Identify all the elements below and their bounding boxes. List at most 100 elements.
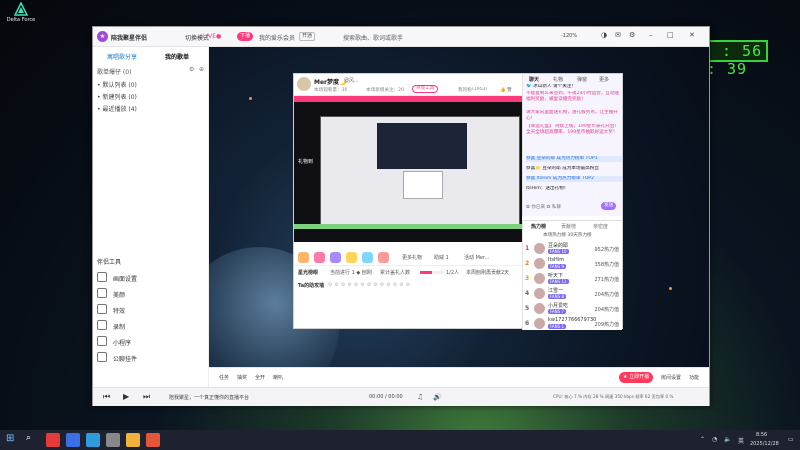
send-button[interactable]: 发送 [601, 202, 617, 210]
previous-icon[interactable]: ⏮ [103, 392, 114, 403]
dock-task[interactable]: 任务 [219, 374, 229, 381]
avatar[interactable] [297, 77, 311, 91]
song-list-default[interactable]: • 默认列表 (0) [97, 80, 201, 89]
room-name: Mer梦度🌙 [314, 79, 347, 86]
chat-message: 请大家向里面送礼物，送礼服务点，让主播开心！ [526, 110, 618, 121]
input-method[interactable]: 英 [738, 436, 744, 445]
volume-icon[interactable]: 🔊 [433, 393, 442, 401]
rank-row[interactable]: 1 豆朵的耶 FANS 10 952热力值 [525, 242, 621, 256]
tray-chevron-icon[interactable]: ⌃ [700, 436, 705, 443]
more-gifts-button[interactable]: 更多礼物 [402, 254, 422, 261]
maximize-icon[interactable]: □ [667, 31, 674, 39]
close-icon[interactable]: ✕ [689, 31, 695, 39]
tab-intimacy-rank[interactable]: 亲密度 [593, 223, 608, 230]
rank-row[interactable]: 4 江雪一 FANS 8 204热力值 [525, 287, 621, 301]
room-new-follow: 本场新增关注：20 [366, 88, 405, 93]
gift-icon[interactable] [298, 252, 309, 263]
mail-icon[interactable]: ✉ [615, 31, 621, 39]
zoom-level[interactable]: -120% [561, 33, 577, 39]
tab-gift[interactable]: 礼物 [553, 76, 563, 83]
fans-badge: FANS 11 [548, 279, 569, 284]
activity-button[interactable]: 活动 Mer... [464, 254, 489, 261]
delta-force-icon [13, 1, 29, 16]
notification-icon[interactable]: ▭ [788, 436, 794, 443]
member-open-button[interactable]: 开通 [299, 32, 316, 41]
settings-icon[interactable]: ⚙ [629, 31, 635, 39]
room-settings-button[interactable]: 房间设置 [661, 374, 681, 381]
gift-strip: 更多礼物 助威 1 活动 Mer... [294, 250, 522, 266]
dock-all[interactable]: 全开 [255, 374, 265, 381]
search-input[interactable]: 搜索歌曲、歌词或歌手 [343, 33, 463, 42]
settings-icon[interactable]: ⚙ [189, 66, 194, 73]
next-icon[interactable]: ⏭ [143, 392, 154, 403]
app-icon[interactable] [146, 433, 160, 447]
gift-icon[interactable] [346, 252, 357, 263]
tool-effects[interactable]: 特效 [97, 303, 205, 316]
desktop-icon-label: Delta Force [6, 17, 36, 23]
minimize-icon[interactable]: – [649, 31, 653, 39]
tab-my-songlist[interactable]: 我的歌单 [165, 52, 189, 61]
taskbar-time[interactable]: 8:56 [756, 432, 767, 438]
tab-chat[interactable]: 聊天 [529, 76, 539, 83]
gift-icon[interactable] [330, 252, 341, 263]
chat-input[interactable]: ✿ 你已来 ✿ 私聊 [526, 204, 561, 210]
start-live-button[interactable]: ★ 立即开播 [619, 372, 654, 383]
search-icon[interactable]: ⌕ [26, 433, 40, 447]
nested-dialog [403, 171, 443, 199]
fans-count: (1953) [472, 87, 488, 92]
tab-more[interactable]: 更多 [599, 76, 609, 83]
rank-row[interactable]: 2 ItsHim FANS 9 358热力值 [525, 257, 621, 271]
taskbar-date[interactable]: 2025/12/28 [750, 441, 779, 447]
gift-icon[interactable] [378, 252, 389, 263]
tool-widget[interactable]: 公聊挂件 [97, 351, 205, 364]
song-list-recent[interactable]: • 最近播放 (4) [97, 104, 201, 113]
wifi-icon[interactable]: ◔ [712, 436, 717, 443]
function-button[interactable]: 功能 [689, 374, 699, 381]
app-icon[interactable] [46, 433, 60, 447]
lyrics-icon[interactable]: ♫ [417, 393, 423, 401]
tool-screen-settings[interactable]: 画面设置 [97, 271, 205, 284]
chat-panel: 聊天 礼物 弹窗 更多 🐦 冰山新人 请个关注！ 不能复制么来签到，午夜24小时… [522, 74, 622, 216]
stream-preview[interactable]: 礼物到 [294, 96, 522, 242]
tool-label: 美颜 [113, 292, 126, 299]
tab-contrib-rank[interactable]: 贡献榜 [561, 223, 576, 230]
rank-row[interactable]: 6 kw1727766679730 FANS 1 209热力值 [525, 317, 621, 331]
dock-speaker[interactable]: 喇叭 [273, 374, 283, 381]
wall-avatars[interactable]: ⚙⚙⚙⚙⚙⚙⚙⚙⚙⚙⚙⚙⚙ [328, 282, 412, 288]
volume-icon[interactable]: 🔈 [724, 436, 731, 443]
tool-label: 画面设置 [113, 276, 138, 283]
game-icon[interactable] [126, 433, 140, 447]
beauty-icon [97, 288, 107, 298]
delta-force-desktop-icon[interactable]: Delta Force [4, 1, 38, 23]
chat-tabs: 聊天 礼物 弹窗 更多 [523, 74, 623, 83]
k-app-icon[interactable] [86, 433, 100, 447]
member-link[interactable]: 我的爱乐会员 [259, 33, 295, 42]
add-icon[interactable]: ⊕ [199, 66, 204, 73]
tab-recommend[interactable]: 寓唱歌分享 [107, 52, 137, 61]
like-button[interactable]: 👍 赞 [500, 87, 512, 93]
camera-icon[interactable] [106, 433, 120, 447]
tool-mini-app[interactable]: 小程序 [97, 335, 205, 348]
tool-beauty[interactable]: 美颜 [97, 287, 205, 300]
play-icon[interactable]: ▶ [123, 392, 134, 403]
rank-row[interactable]: 3 听天下 FANS 11 271热力值 [525, 272, 621, 286]
gift-icon[interactable] [314, 252, 325, 263]
rank-number: 1 [525, 245, 530, 252]
rank-row[interactable]: 5 小月爱吃 FANS 7 204热力值 [525, 302, 621, 316]
end-live-tag[interactable]: 下播 [237, 32, 254, 41]
rank-score: 358热力值 [594, 262, 619, 268]
skin-icon[interactable]: ◑ [601, 31, 607, 39]
contrib-fans: 累计盖礼人数 [380, 270, 411, 276]
tab-popup[interactable]: 弹窗 [577, 76, 587, 83]
browser-icon[interactable] [66, 433, 80, 447]
gift-icon[interactable] [362, 252, 373, 263]
tool-record[interactable]: 录制 [97, 319, 205, 332]
tool-button[interactable]: 点亮工具 [412, 85, 439, 93]
dock-lottery[interactable]: 抽奖 [237, 374, 247, 381]
nested-stream [377, 123, 467, 169]
rank-name: 江雪一 [548, 288, 564, 294]
cheer-button[interactable]: 助威 1 [434, 254, 449, 261]
tab-heat-rank[interactable]: 热力榜 [531, 223, 546, 230]
song-list-new[interactable]: • 新建列表 (0) [97, 92, 201, 101]
windows-start-icon[interactable]: ⊞ [6, 433, 20, 447]
